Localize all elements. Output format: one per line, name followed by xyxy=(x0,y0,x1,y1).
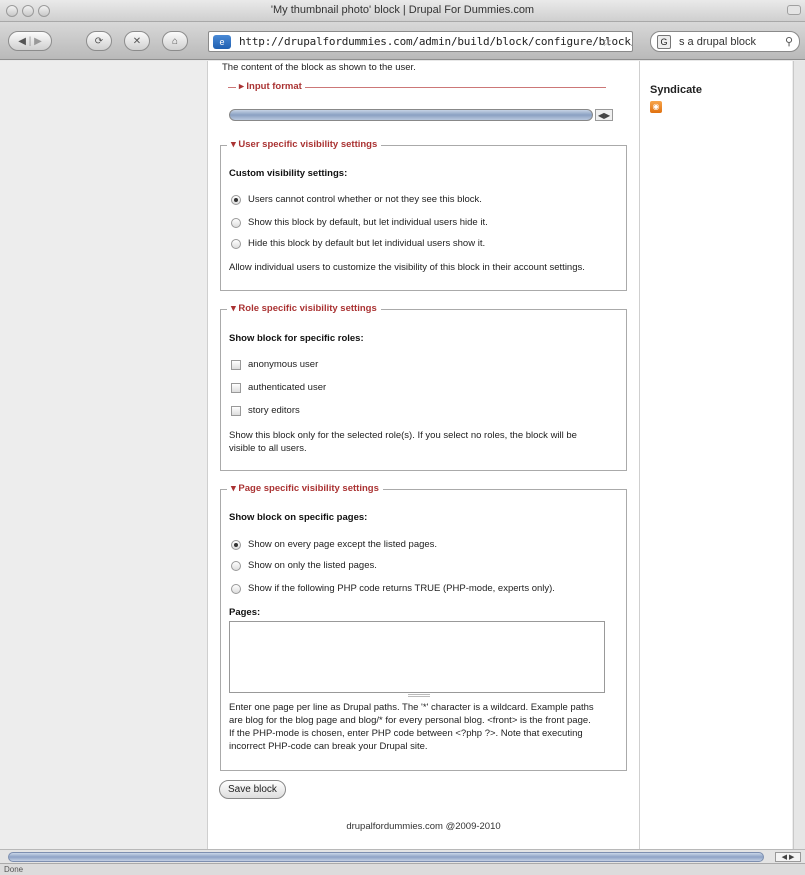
checkbox[interactable] xyxy=(231,405,241,416)
textarea-resize-grip[interactable] xyxy=(408,694,430,697)
page-visibility-option[interactable]: Show if the following PHP code returns T… xyxy=(231,583,555,594)
search-icon[interactable]: ⚲ xyxy=(785,35,793,48)
radio-button[interactable] xyxy=(231,539,241,550)
radio-button[interactable] xyxy=(231,194,241,205)
input-format-toggle[interactable]: ▸ Input format xyxy=(236,81,305,92)
body-scroll-arrows[interactable]: ◀▶ xyxy=(595,109,613,121)
forward-arrow-icon[interactable]: ▶ xyxy=(34,36,42,47)
user-visibility-description: Allow individual users to customize the … xyxy=(229,262,585,273)
role-checkbox-item[interactable]: authenticated user xyxy=(231,382,326,393)
right-sidebar: Syndicate ◉ xyxy=(640,61,792,849)
horizontal-scroll-thumb[interactable] xyxy=(8,852,764,862)
radio-button[interactable] xyxy=(231,238,241,249)
save-block-button[interactable]: Save block xyxy=(219,780,286,799)
custom-visibility-heading: Custom visibility settings: xyxy=(229,168,348,179)
pages-textarea[interactable] xyxy=(229,621,605,693)
stop-button[interactable]: ✕ xyxy=(124,31,150,51)
vertical-scrollbar[interactable] xyxy=(793,61,805,849)
page-visibility-option[interactable]: Show on only the listed pages. xyxy=(231,560,377,571)
page-visibility-legend[interactable]: ▾ Page specific visibility settings xyxy=(227,483,383,494)
back-forward-buttons[interactable]: ◀ | ▶ xyxy=(8,31,52,51)
checkbox[interactable] xyxy=(231,359,241,370)
roles-description-line: visible to all users. xyxy=(229,443,307,454)
role-visibility-legend[interactable]: ▾ Role specific visibility settings xyxy=(227,303,381,314)
roles-heading: Show block for specific roles: xyxy=(229,333,364,344)
pages-help-line: incorrect PHP-code can break your Drupal… xyxy=(229,741,428,752)
reload-icon: ⟳ xyxy=(94,35,104,47)
stop-icon: ✕ xyxy=(132,35,142,47)
horizontal-scroll-arrows[interactable]: ◀ ▶ xyxy=(775,852,801,862)
user-visibility-option[interactable]: Show this block by default, but let indi… xyxy=(231,217,488,228)
bookmark-star-icon[interactable]: ☆ xyxy=(601,35,612,49)
role-checkbox-item[interactable]: story editors xyxy=(231,405,300,416)
pages-label: Pages: xyxy=(229,607,261,618)
user-visibility-option[interactable]: Hide this block by default but let indiv… xyxy=(231,238,485,249)
window-titlebar: 'My thumbnail photo' block | Drupal For … xyxy=(0,0,805,22)
reload-button[interactable]: ⟳ xyxy=(86,31,112,51)
pages-help-line: If the PHP-mode is chosen, enter PHP cod… xyxy=(229,728,583,739)
role-checkbox-item[interactable]: anonymous user xyxy=(231,359,318,370)
window-title: 'My thumbnail photo' block | Drupal For … xyxy=(270,4,535,16)
radio-button[interactable] xyxy=(231,217,241,228)
back-arrow-icon[interactable]: ◀ xyxy=(18,36,26,47)
address-url[interactable]: http://drupalfordummies.com/admin/build/… xyxy=(209,35,632,48)
user-visibility-legend[interactable]: ▾ User specific visibility settings xyxy=(227,139,382,150)
page-visibility-option[interactable]: Show on every page except the listed pag… xyxy=(231,539,437,550)
page-horizontal-scrollbar[interactable]: ◀ ▶ xyxy=(0,849,805,863)
sidebar-title: Syndicate xyxy=(650,84,702,96)
search-input[interactable]: s a drupal block xyxy=(679,36,785,48)
user-visibility-option[interactable]: Users cannot control whether or not they… xyxy=(231,194,482,205)
site-favicon-icon: e xyxy=(213,35,231,49)
pages-help-line: Enter one page per line as Drupal paths.… xyxy=(229,702,594,713)
search-engine-icon[interactable]: G xyxy=(657,34,671,49)
roles-description-line: Show this block only for the selected ro… xyxy=(229,430,577,441)
pages-help-line: are blog for the blog page and blog/* fo… xyxy=(229,715,591,726)
search-box[interactable]: G s a drupal block ⚲ xyxy=(650,31,800,52)
address-bar[interactable]: e http://drupalfordummies.com/admin/buil… xyxy=(208,31,633,52)
body-horizontal-scrollbar[interactable] xyxy=(229,109,593,121)
home-button[interactable]: ⌂ xyxy=(162,31,188,51)
checkbox[interactable] xyxy=(231,382,241,393)
page-viewport: Syndicate ◉ The content of the block as … xyxy=(0,61,805,849)
radio-button[interactable] xyxy=(231,583,241,594)
toolbar-toggle-button[interactable] xyxy=(787,5,801,15)
browser-toolbar: ◀ | ▶ ⟳ ✕ ⌂ e http://drupalfordummies.co… xyxy=(0,22,805,60)
block-body-help: The content of the block as shown to the… xyxy=(222,62,416,73)
page-footer: drupalfordummies.com @2009-2010 xyxy=(346,821,501,832)
pages-heading: Show block on specific pages: xyxy=(229,512,368,523)
rss-feed-icon[interactable]: ◉ xyxy=(650,101,662,113)
status-bar: Done xyxy=(0,863,805,875)
radio-button[interactable] xyxy=(231,560,241,571)
home-icon: ⌂ xyxy=(171,35,179,47)
